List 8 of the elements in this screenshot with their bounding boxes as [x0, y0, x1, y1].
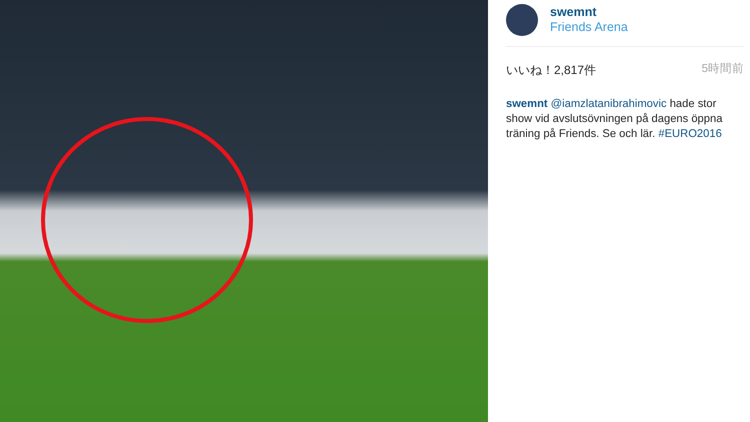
hashtag-link[interactable]: #EURO2016 — [658, 128, 722, 140]
mention-link[interactable]: @iamzlatanibrahimovic — [550, 98, 667, 110]
username-link[interactable]: swemnt — [506, 98, 548, 110]
username-link[interactable]: swemnt — [550, 5, 628, 20]
likes-count: いいね！2,817件 — [506, 62, 596, 79]
post-caption: swemnt @iamzlatanibrahimovic hade stor show vid avslutsövningen på dagens öppna träning på Friends. Se och lär. #EURO2016 — [506, 97, 724, 142]
avatar-placeholder[interactable] — [506, 4, 538, 36]
post-time: 5時間前 — [702, 62, 744, 78]
